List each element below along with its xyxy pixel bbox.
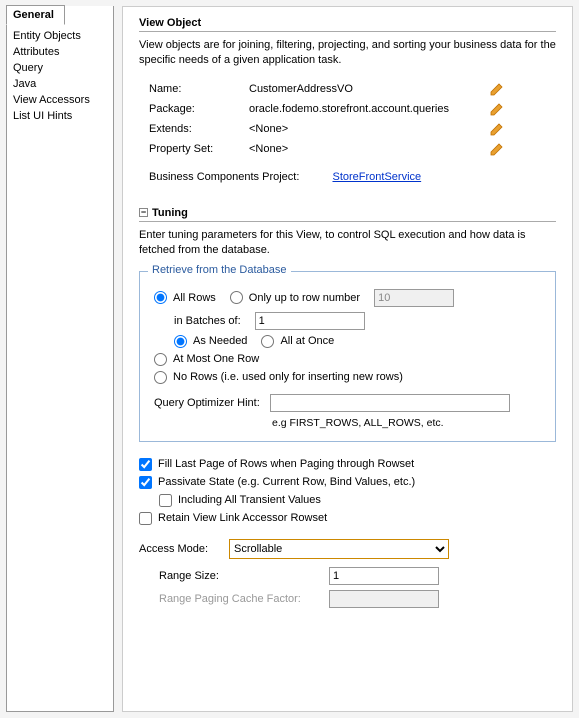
sidebar-item-attributes[interactable]: Attributes [7, 44, 113, 60]
include-transient-label[interactable]: Including All Transient Values [178, 494, 321, 506]
collapse-minus-icon: − [139, 208, 148, 217]
all-rows-radio[interactable] [154, 291, 167, 304]
package-value: oracle.fodemo.storefront.account.queries [249, 103, 469, 115]
retain-vla-label[interactable]: Retain View Link Accessor Rowset [158, 512, 327, 524]
sidebar-tab-general[interactable]: General [6, 5, 65, 25]
view-object-description: View objects are for joining, filtering,… [139, 38, 556, 69]
fill-last-label[interactable]: Fill Last Page of Rows when Paging throu… [158, 458, 414, 470]
tuning-title: Tuning [152, 207, 188, 219]
main-panel: View Object View objects are for joining… [122, 6, 573, 712]
range-size-input[interactable] [329, 567, 439, 585]
package-label: Package: [149, 103, 249, 115]
range-size-label: Range Size: [159, 570, 329, 582]
only-up-to-label[interactable]: Only up to row number [249, 292, 360, 304]
in-batches-input[interactable] [255, 312, 365, 330]
tuning-description: Enter tuning parameters for this View, t… [139, 228, 556, 259]
all-at-once-label[interactable]: All at Once [280, 335, 334, 347]
range-cache-input [329, 590, 439, 608]
edit-extends-icon[interactable] [489, 121, 505, 137]
access-mode-select[interactable]: Scrollable [229, 539, 449, 559]
section-title-view-object: View Object [139, 17, 556, 32]
in-batches-label: in Batches of: [174, 315, 241, 327]
biz-project-link[interactable]: StoreFrontService [332, 171, 421, 183]
name-label: Name: [149, 83, 249, 95]
no-rows-label[interactable]: No Rows (i.e. used only for inserting ne… [173, 371, 403, 383]
all-rows-label[interactable]: All Rows [173, 292, 216, 304]
qoh-hint: e.g FIRST_ROWS, ALL_ROWS, etc. [272, 417, 541, 429]
edit-propset-icon[interactable] [489, 141, 505, 157]
propset-label: Property Set: [149, 143, 249, 155]
sidebar-item-java[interactable]: Java [7, 76, 113, 92]
passivate-label[interactable]: Passivate State (e.g. Current Row, Bind … [158, 476, 415, 488]
qoh-label: Query Optimizer Hint: [154, 397, 270, 409]
as-needed-label[interactable]: As Needed [193, 335, 247, 347]
tuning-header[interactable]: − Tuning [139, 207, 556, 222]
include-transient-checkbox[interactable] [159, 494, 172, 507]
passivate-checkbox[interactable] [139, 476, 152, 489]
biz-project-label: Business Components Project: [149, 171, 299, 183]
retain-vla-checkbox[interactable] [139, 512, 152, 525]
sidebar: General Entity Objects Attributes Query … [6, 6, 114, 712]
all-at-once-radio[interactable] [261, 335, 274, 348]
fill-last-checkbox[interactable] [139, 458, 152, 471]
propset-value: <None> [249, 143, 469, 155]
only-up-to-input [374, 289, 454, 307]
only-up-to-radio[interactable] [230, 291, 243, 304]
name-value: CustomerAddressVO [249, 83, 469, 95]
range-cache-label: Range Paging Cache Factor: [159, 593, 329, 605]
extends-value: <None> [249, 123, 469, 135]
edit-package-icon[interactable] [489, 101, 505, 117]
extends-label: Extends: [149, 123, 249, 135]
qoh-input[interactable] [270, 394, 510, 412]
retrieve-fieldset: Retrieve from the Database All Rows Only… [139, 271, 556, 442]
sidebar-item-entity-objects[interactable]: Entity Objects [7, 28, 113, 44]
at-most-one-label[interactable]: At Most One Row [173, 353, 259, 365]
access-mode-label: Access Mode: [139, 543, 229, 555]
as-needed-radio[interactable] [174, 335, 187, 348]
retrieve-legend: Retrieve from the Database [148, 264, 291, 276]
edit-name-icon[interactable] [489, 81, 505, 97]
no-rows-radio[interactable] [154, 371, 167, 384]
sidebar-item-view-accessors[interactable]: View Accessors [7, 92, 113, 108]
at-most-one-radio[interactable] [154, 353, 167, 366]
sidebar-item-list-ui-hints[interactable]: List UI Hints [7, 108, 113, 124]
sidebar-item-query[interactable]: Query [7, 60, 113, 76]
